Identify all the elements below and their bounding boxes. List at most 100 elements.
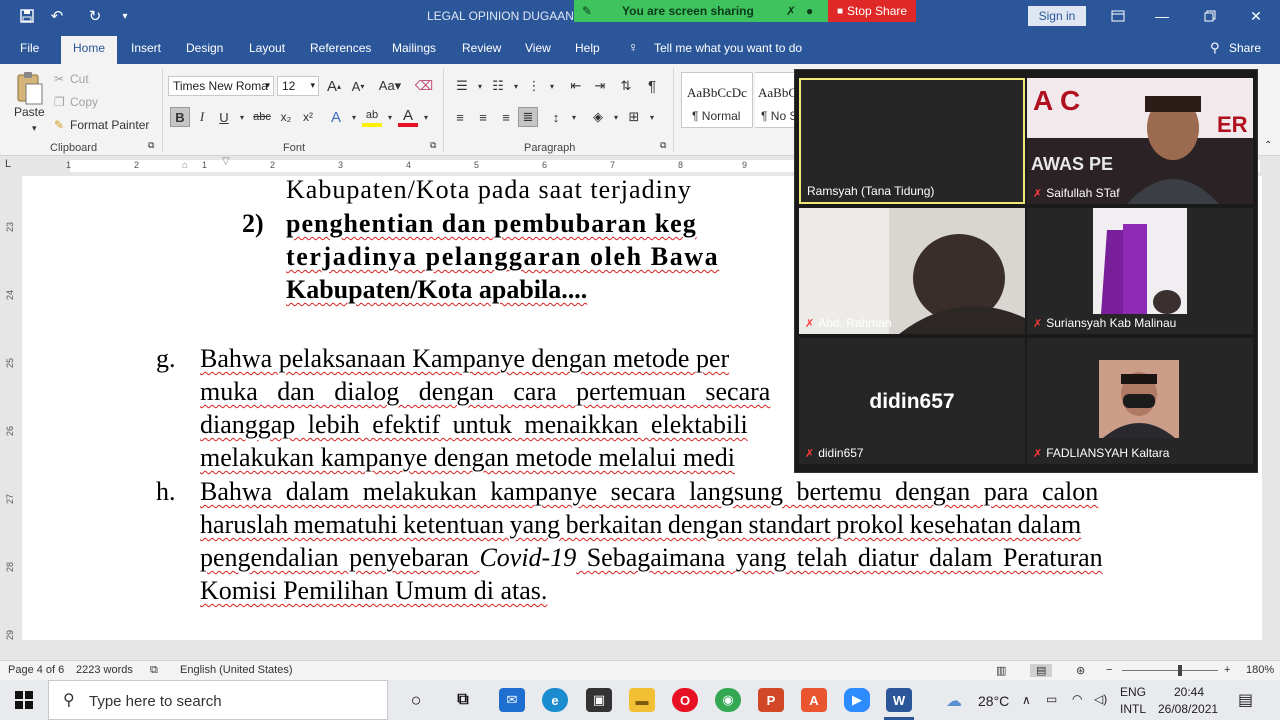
italic-icon[interactable]: I — [192, 107, 212, 127]
style-no-spacing[interactable]: AaBbC ¶ No S — [755, 72, 797, 128]
windows-start-icon[interactable] — [0, 680, 48, 720]
zoom-app-icon[interactable]: ▶ — [844, 688, 870, 712]
bold-icon[interactable]: B — [170, 107, 190, 127]
bullets-icon[interactable]: ☰ — [452, 76, 472, 96]
web-layout-icon[interactable]: ⊛ — [1076, 664, 1085, 677]
clock-date[interactable]: 26/08/2021 — [1158, 702, 1218, 716]
font-launcher-icon[interactable]: ⧉ — [430, 140, 436, 151]
tab-review[interactable]: Review — [462, 41, 501, 55]
weather-temp[interactable]: 28°C — [978, 693, 1009, 709]
decrease-indent-icon[interactable]: ⇤ — [566, 76, 586, 96]
undo-icon[interactable]: ↶ — [46, 6, 68, 26]
paste-dropdown-icon[interactable]: ▾ — [32, 123, 37, 134]
clock-time[interactable]: 20:44 — [1174, 685, 1204, 699]
language-code[interactable]: ENG — [1120, 685, 1146, 699]
keyboard-layout[interactable]: INTL — [1120, 702, 1146, 716]
increase-indent-icon[interactable]: ⇥ — [590, 76, 610, 96]
numbering-icon[interactable]: ☷ — [488, 76, 508, 96]
indent-marker-icon[interactable]: ⌂ — [182, 160, 188, 171]
participant-tile[interactable]: ✗ Abd. Rahman — [799, 208, 1025, 334]
file-explorer-icon[interactable]: ▬ — [629, 688, 655, 712]
save-icon[interactable] — [16, 6, 38, 26]
text-effects-icon[interactable]: A — [326, 107, 346, 127]
opera-icon[interactable]: O — [672, 688, 698, 712]
chevron-down-icon[interactable]: ▾ — [416, 107, 436, 127]
chevron-down-icon[interactable]: ▾ — [470, 76, 490, 96]
align-right-icon[interactable]: ≡ — [496, 107, 516, 127]
shrink-font-icon[interactable]: A ▾ — [348, 76, 368, 96]
tab-design[interactable]: Design — [186, 41, 223, 55]
participant-tile[interactable]: ✗ FADLIANSYAH Kaltara — [1027, 338, 1253, 464]
format-painter-button[interactable]: Format Painter — [70, 118, 149, 132]
sign-in-button[interactable]: Sign in — [1028, 6, 1086, 26]
edge-icon[interactable]: e — [542, 688, 568, 712]
paste-icon[interactable] — [14, 70, 44, 106]
tab-mailings[interactable]: Mailings — [392, 41, 436, 55]
video-gallery[interactable]: Ramsyah (Tana Tidung) A C ER AWAS PE ✗ Sa… — [794, 69, 1258, 473]
tab-file[interactable]: File — [20, 41, 39, 55]
paragraph-launcher-icon[interactable]: ⧉ — [660, 140, 666, 151]
chevron-down-icon[interactable]: ▾ — [564, 107, 584, 127]
grow-font-icon[interactable]: A ▴ — [324, 76, 344, 96]
volume-icon[interactable]: ◁) — [1094, 692, 1107, 706]
stop-share-button[interactable]: ■ Stop Share — [828, 0, 916, 22]
first-line-indent-icon[interactable]: ▽ — [222, 156, 230, 167]
close-icon[interactable]: ✕ — [1244, 6, 1268, 26]
borders-icon[interactable]: ⊞ — [624, 107, 644, 127]
change-case-icon[interactable]: Aa▾ — [376, 76, 404, 96]
battery-icon[interactable]: ▭ — [1046, 692, 1057, 706]
page-count[interactable]: Page 4 of 6 — [8, 664, 64, 676]
multilevel-list-icon[interactable]: ⋮ — [524, 76, 544, 96]
acrobat-icon[interactable]: A — [801, 688, 827, 712]
align-center-icon[interactable]: ≡ — [473, 107, 493, 127]
style-normal[interactable]: AaBbCcDc ¶ Normal — [681, 72, 753, 128]
highlight-icon[interactable]: ab — [362, 107, 382, 127]
show-formatting-icon[interactable]: ¶ — [642, 76, 662, 96]
chevron-down-icon[interactable]: ▾ — [606, 107, 626, 127]
font-name-dropdown[interactable]: Times New Roma ▾ — [168, 76, 274, 96]
tab-insert[interactable]: Insert — [131, 41, 161, 55]
align-left-icon[interactable]: ≡ — [450, 107, 470, 127]
justify-icon[interactable]: ≣ — [518, 107, 538, 127]
language-indicator[interactable]: English (United States) — [180, 664, 293, 676]
word-count[interactable]: 2223 words — [76, 664, 133, 676]
copy-button[interactable]: Copy — [70, 95, 98, 109]
restore-icon[interactable] — [1198, 6, 1222, 26]
tell-me-search[interactable]: Tell me what you want to do — [654, 41, 802, 55]
participant-tile[interactable]: Ramsyah (Tana Tidung) — [799, 78, 1025, 204]
chevron-down-icon[interactable]: ▾ — [642, 107, 662, 127]
print-layout-icon[interactable]: ▤ — [1030, 664, 1053, 677]
cortana-icon[interactable]: ○ — [403, 688, 429, 712]
sort-icon[interactable]: ⇅ — [616, 76, 636, 96]
participant-tile[interactable]: didin657 ✗ didin657 — [799, 338, 1025, 464]
zoom-slider-handle[interactable] — [1178, 665, 1182, 676]
tab-layout[interactable]: Layout — [249, 41, 285, 55]
cut-button[interactable]: Cut — [70, 72, 89, 86]
zoom-out-icon[interactable]: − — [1106, 664, 1112, 676]
mail-icon[interactable]: ✉ — [499, 688, 525, 712]
participant-tile[interactable]: ✗ Suriansyah Kab Malinau — [1027, 208, 1253, 334]
tab-view[interactable]: View — [525, 41, 551, 55]
line-spacing-icon[interactable]: ↕ — [546, 107, 566, 127]
font-size-dropdown[interactable]: 12 ▾ — [277, 76, 319, 96]
paste-button[interactable]: Paste — [14, 105, 45, 119]
underline-icon[interactable]: U — [214, 107, 234, 127]
chrome-icon[interactable]: ◉ — [715, 688, 741, 712]
store-icon[interactable]: ▣ — [586, 688, 612, 712]
chevron-down-icon[interactable]: ▾ — [506, 76, 526, 96]
tray-chevron-icon[interactable]: ∧ — [1022, 693, 1031, 707]
chevron-down-icon[interactable]: ▾ — [542, 76, 562, 96]
wifi-icon[interactable]: ◠ — [1072, 692, 1082, 706]
clipboard-launcher-icon[interactable]: ⧉ — [148, 140, 154, 151]
tab-help[interactable]: Help — [575, 41, 600, 55]
clear-formatting-icon[interactable]: ⌫ — [414, 76, 434, 96]
shading-icon[interactable]: ◈ — [588, 107, 608, 127]
task-view-icon[interactable]: ⧉ — [450, 688, 476, 712]
zoom-level[interactable]: 180% — [1246, 664, 1274, 676]
mic-muted-icon[interactable]: ✗ — [786, 4, 796, 18]
tab-home[interactable]: Home — [61, 36, 118, 64]
notification-icon[interactable]: ▤ — [1238, 690, 1253, 710]
font-color-icon[interactable]: A — [398, 107, 418, 127]
pin-icon[interactable]: ✎ — [582, 4, 592, 18]
zoom-slider[interactable] — [1122, 670, 1218, 671]
